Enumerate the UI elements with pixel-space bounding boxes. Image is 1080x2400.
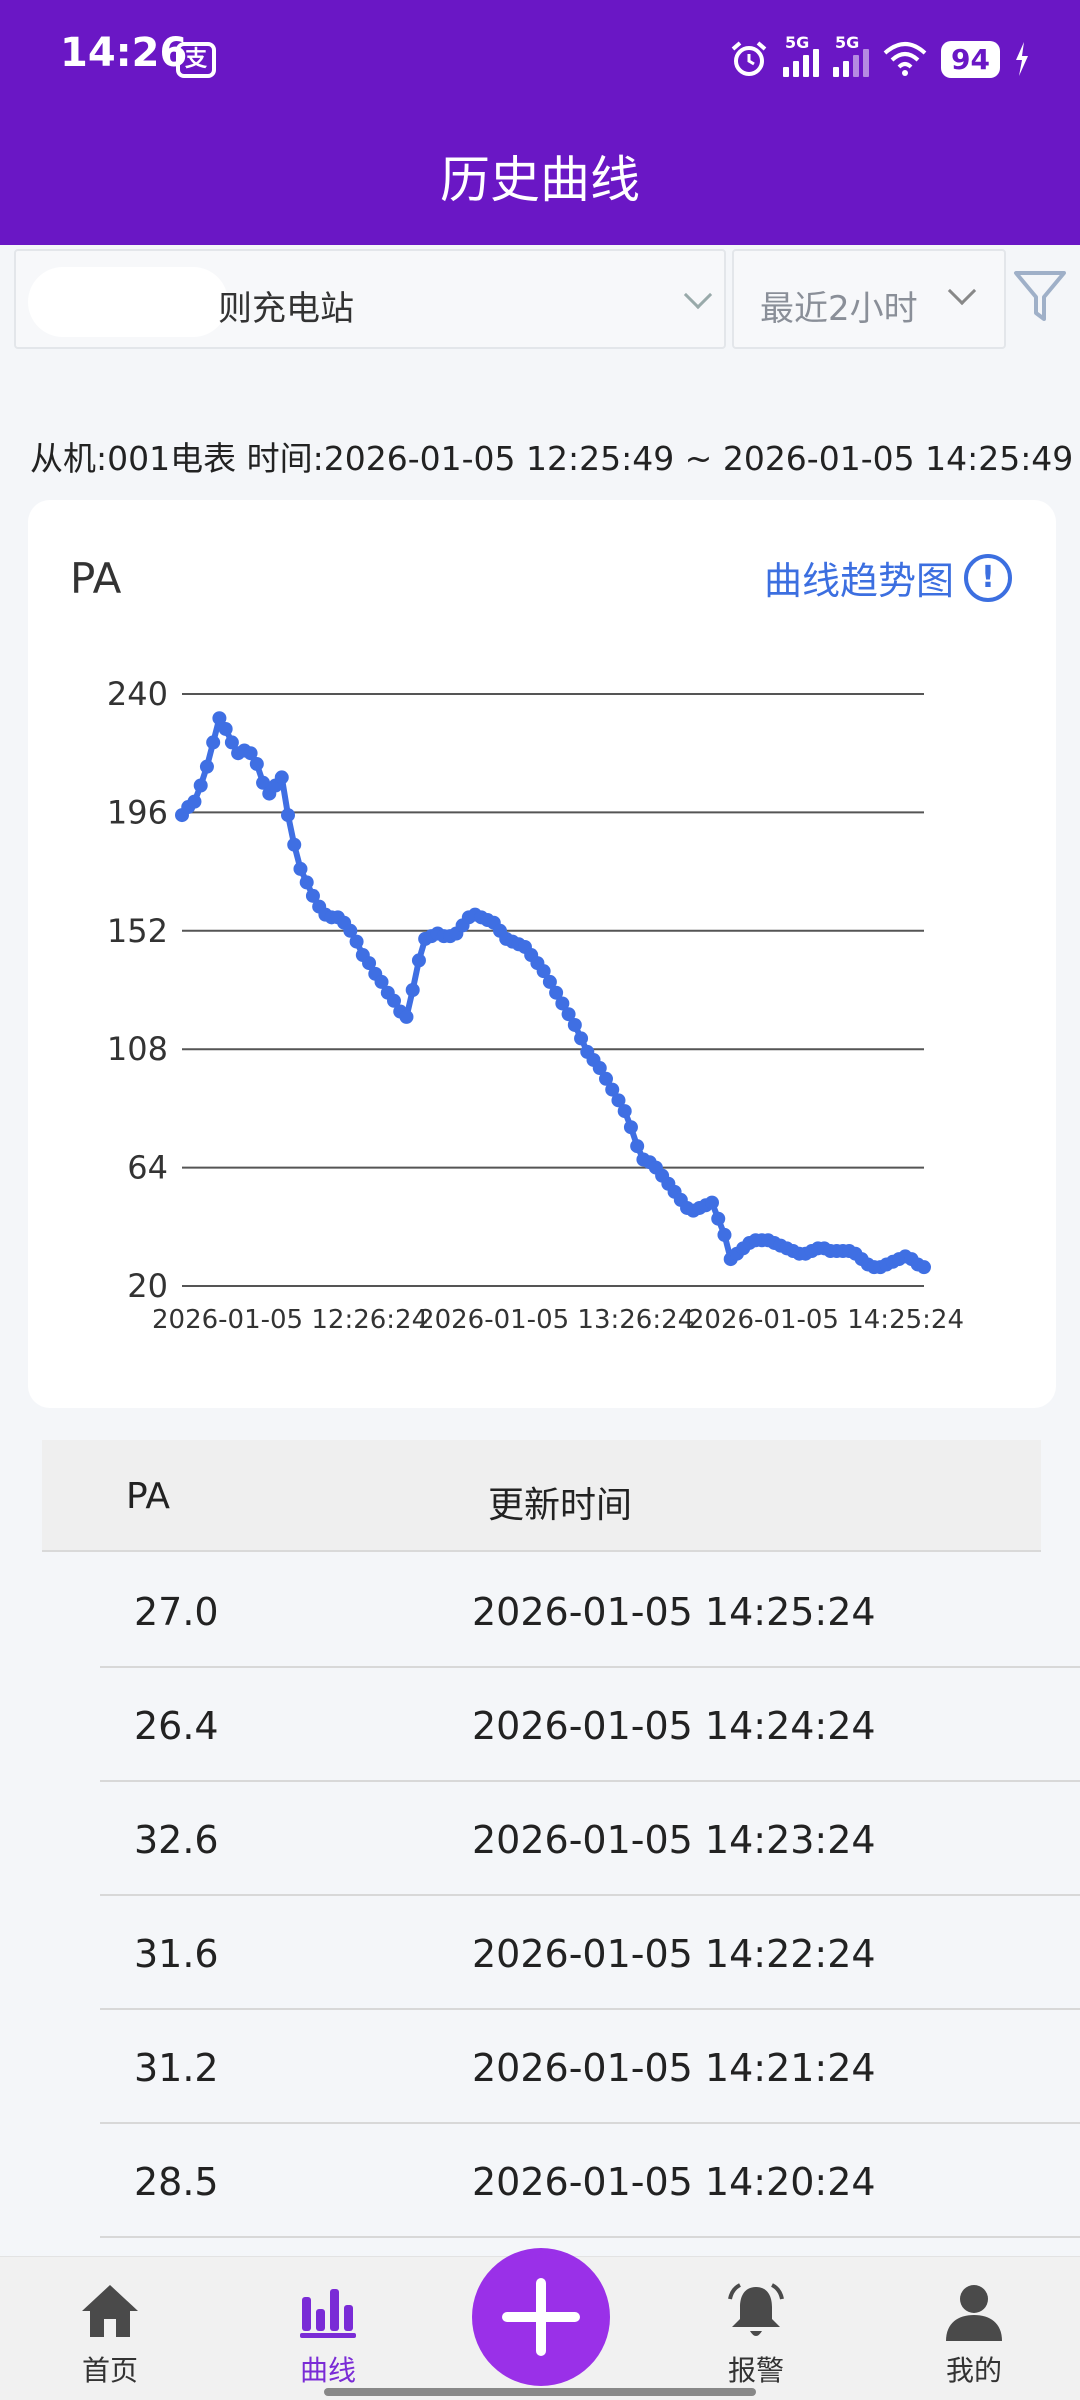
filter-bar: 则充电站 最近2小时 — [0, 245, 1080, 355]
y-tick-label: 240 — [107, 675, 168, 713]
status-bar: 14:26 支 5G 5G 94 — [0, 0, 1080, 120]
row-time: 2026-01-05 14:21:24 — [472, 2046, 876, 2090]
chevron-down-icon — [947, 276, 977, 306]
tab-mine-label: 我的 — [945, 2354, 1002, 2387]
data-point — [187, 794, 202, 809]
row-time: 2026-01-05 14:20:24 — [472, 2160, 876, 2204]
tab-alarm[interactable]: 报警 — [686, 2279, 826, 2389]
bar-chart-icon — [300, 2289, 356, 2338]
row-value: 31.2 — [134, 2046, 219, 2090]
row-time: 2026-01-05 14:23:24 — [472, 1818, 876, 1862]
table-row: 26.4 2026-01-05 14:24:24 — [0, 1668, 1080, 1782]
user-icon — [946, 2285, 1002, 2341]
row-value: 32.6 — [134, 1818, 219, 1862]
data-point — [705, 1195, 719, 1210]
cell-signal-icon-2: 5G — [833, 33, 870, 77]
row-value: 28.5 — [134, 2160, 219, 2204]
column-header-value: PA — [126, 1476, 171, 1517]
wifi-icon — [883, 42, 927, 76]
data-point — [281, 808, 295, 823]
data-point — [567, 1017, 582, 1032]
data-point — [574, 1031, 589, 1046]
table-row: 27.0 2026-01-05 14:25:24 — [0, 1554, 1080, 1668]
table-row: 28.5 2026-01-05 14:20:24 — [0, 2124, 1080, 2238]
filter-icon[interactable] — [1012, 267, 1068, 327]
app-notification-icon: 支 — [176, 42, 216, 78]
data-point — [917, 1260, 931, 1275]
data-point — [287, 837, 302, 852]
data-point — [299, 875, 314, 890]
data-point — [717, 1227, 732, 1242]
data-point — [623, 1120, 638, 1135]
status-icons: 5G 5G 94 — [729, 33, 1030, 84]
data-point — [199, 759, 214, 774]
data-point — [630, 1139, 645, 1154]
tab-mine[interactable]: 我的 — [904, 2279, 1044, 2389]
alarm-clock-icon — [731, 41, 767, 76]
home-icon — [82, 2285, 138, 2337]
time-range-value: 最近2小时 — [760, 289, 918, 329]
tab-curve[interactable]: 曲线 — [258, 2279, 398, 2389]
tab-alarm-label: 报警 — [727, 2354, 784, 2387]
tab-home-label: 首页 — [81, 2354, 138, 2387]
y-tick-label: 20 — [127, 1267, 168, 1305]
tab-curve-label: 曲线 — [299, 2354, 356, 2387]
row-time: 2026-01-05 14:22:24 — [472, 1932, 876, 1976]
status-time: 14:26 — [60, 30, 188, 76]
row-divider — [100, 2236, 1080, 2238]
title-bar: 历史曲线 — [0, 120, 1080, 245]
home-indicator[interactable] — [324, 2388, 756, 2396]
table-row: 31.6 2026-01-05 14:22:24 — [0, 1896, 1080, 2010]
chart-card: PA 曲线趋势图 ! 20 64 108 152 196 240 2026-01-05 12… — [28, 500, 1056, 1408]
row-value: 27.0 — [134, 1590, 219, 1634]
y-tick-label: 64 — [127, 1149, 168, 1187]
station-dropdown[interactable]: 则充电站 — [14, 249, 726, 349]
data-point — [249, 756, 264, 771]
add-button[interactable] — [472, 2248, 610, 2386]
tab-home[interactable]: 首页 — [40, 2279, 180, 2389]
data-point — [399, 1009, 414, 1024]
data-point — [218, 721, 233, 736]
table-header: PA 更新时间 — [42, 1440, 1041, 1552]
data-point — [193, 778, 208, 793]
data-point — [617, 1104, 632, 1119]
row-time: 2026-01-05 14:24:24 — [472, 1704, 876, 1748]
line-chart: 20641081521962402026-01-05 12:26:242026-… — [107, 675, 964, 1335]
row-value: 31.6 — [134, 1932, 219, 1976]
page-title: 历史曲线 — [440, 151, 640, 209]
battery-indicator: 94 — [941, 40, 1000, 78]
data-point — [293, 861, 308, 876]
chevron-down-icon — [683, 280, 713, 310]
row-value: 26.4 — [134, 1704, 219, 1748]
query-info-text: 从机:001电表 时间:2026-01-05 12:25:49 ~ 2026-0… — [30, 439, 1074, 478]
data-point — [411, 953, 426, 968]
data-point — [349, 934, 364, 949]
column-header-time: 更新时间 — [488, 1485, 633, 1526]
y-tick-label: 196 — [107, 793, 168, 831]
row-time: 2026-01-05 14:25:24 — [472, 1590, 876, 1634]
y-tick-label: 108 — [107, 1030, 168, 1068]
data-point — [405, 983, 420, 997]
x-tick-label: 2026-01-05 14:25:24 — [688, 1305, 964, 1335]
y-tick-label: 152 — [107, 912, 168, 950]
x-tick-label: 2026-01-05 12:26:24 — [152, 1305, 428, 1335]
charging-icon — [1016, 42, 1028, 76]
bell-icon — [728, 2283, 784, 2336]
table-row: 32.6 2026-01-05 14:23:24 — [0, 1782, 1080, 1896]
cell-signal-icon: 5G — [783, 33, 820, 77]
time-range-dropdown[interactable]: 最近2小时 — [732, 249, 1006, 349]
data-point — [274, 770, 289, 785]
station-dropdown-value: 则充电站 — [218, 289, 354, 329]
redacted-station-prefix — [28, 267, 228, 337]
data-point — [206, 735, 221, 750]
table-row: 31.2 2026-01-05 14:21:24 — [0, 2010, 1080, 2124]
data-point — [711, 1211, 726, 1226]
x-tick-label: 2026-01-05 13:26:24 — [418, 1305, 694, 1335]
